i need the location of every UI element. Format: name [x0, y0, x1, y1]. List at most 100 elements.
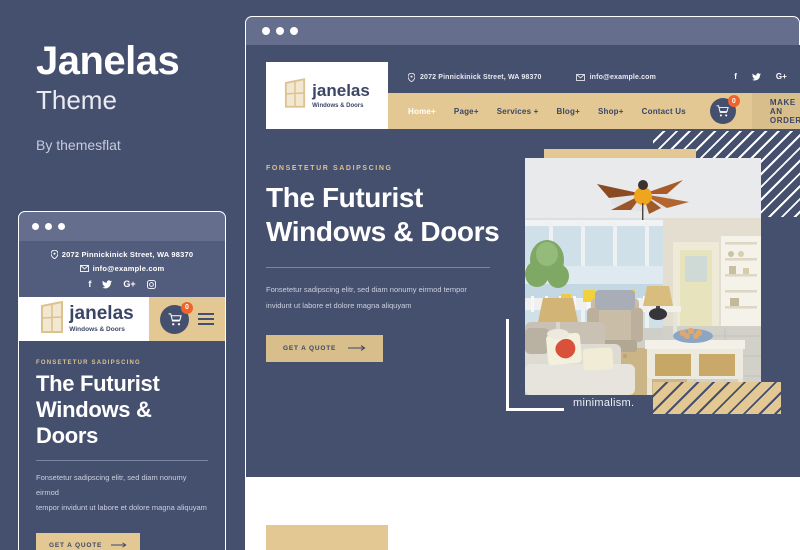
desktop-email-text: info@example.com [589, 74, 656, 81]
desktop-get-a-quote-label: GET A QUOTE [283, 344, 337, 352]
make-an-order-button[interactable]: MAKE AN ORDER [751, 93, 800, 129]
desktop-logo-name: janelas [312, 81, 370, 100]
desktop-hero-text: FONSETETUR SADIPSCING The Futurist Windo… [266, 165, 511, 362]
mobile-logo[interactable]: janelas Windows & Doors [19, 297, 149, 341]
mobile-address: 2072 Pinnickinick Street, WA 98370 [19, 250, 225, 259]
nav-item-blog[interactable]: Blog+ [557, 107, 580, 116]
facebook-icon[interactable]: f [734, 72, 737, 83]
nav-item-page[interactable]: Page+ [454, 107, 479, 116]
desktop-logo-tagline: Windows & Doors [312, 103, 364, 109]
desktop-email: info@example.com [575, 74, 656, 81]
mobile-hero-description: Fonsetetur sadipscing elitr, sed diam no… [36, 470, 208, 515]
open-door-window-icon [284, 78, 306, 113]
envelope-icon [79, 265, 89, 272]
hero-image-caption: minimalism. [573, 397, 635, 409]
mobile-logo-name: janelas [69, 303, 134, 325]
desktop-hero-eyebrow: FONSETETUR SADIPSCING [266, 165, 393, 172]
desktop-hero-description: Fonsetetur sadipscing elitr, sed diam no… [266, 282, 511, 314]
desktop-cart-count-badge: 0 [727, 95, 740, 107]
primary-navigation: Home+ Page+ Services + Blog+ Shop+ Conta… [408, 107, 686, 116]
arrow-right-icon [348, 345, 366, 352]
site-header: janelas Windows & Doors 2072 Pinnickinic… [246, 45, 800, 129]
mobile-cart-button[interactable]: 0 [160, 301, 193, 334]
desktop-viewport: janelas Windows & Doors 2072 Pinnickinic… [245, 45, 800, 550]
mobile-hero-desc-line1: Fonsetetur sadipscing elitr, sed diam no… [36, 472, 187, 497]
twitter-icon[interactable] [102, 280, 113, 289]
desktop-hero-divider [266, 267, 490, 269]
desktop-address: 2072 Pinnickinick Street, WA 98370 [408, 73, 542, 82]
mobile-get-a-quote-button[interactable]: GET A QUOTE [36, 532, 141, 550]
theme-title: Janelas [36, 39, 180, 83]
mobile-hero-divider [36, 459, 208, 461]
header-right: 2072 Pinnickinick Street, WA 98370 info@… [388, 62, 800, 129]
diagonal-hatch-decoration-bottom-right [653, 382, 781, 414]
theme-author: By themesflat [36, 136, 121, 153]
google-plus-icon[interactable]: G+ [123, 280, 135, 289]
mobile-social-links: f G+ [19, 280, 225, 289]
nav-item-contact-us[interactable]: Contact Us [642, 107, 686, 116]
hero-image-collage: minimalism. [501, 129, 800, 429]
twitter-icon[interactable] [751, 72, 761, 83]
mobile-hero-heading-line1: The Futurist [36, 371, 160, 396]
desktop-logo[interactable]: janelas Windows & Doors [266, 62, 388, 129]
mobile-viewport: 2072 Pinnickinick Street, WA 98370 info@… [18, 241, 226, 550]
desktop-get-a-quote-button[interactable]: GET A QUOTE [266, 334, 384, 362]
facebook-icon[interactable]: f [88, 280, 91, 289]
mobile-email: info@example.com [19, 264, 225, 273]
close-dot-icon[interactable] [32, 223, 39, 230]
maximize-dot-icon[interactable] [290, 27, 298, 35]
nav-item-services[interactable]: Services + [497, 107, 539, 116]
arrow-right-icon [111, 542, 127, 548]
mobile-browser-chrome [18, 211, 226, 241]
desktop-browser-chrome [245, 16, 800, 45]
location-pin-icon [50, 250, 58, 259]
mobile-hero-desc-line2: tempor invidunt ut labore et dolore magn… [36, 502, 207, 512]
hamburger-menu-icon[interactable] [198, 313, 214, 325]
screenshot-canvas: Janelas Theme By themesflat 2072 Pinnick… [0, 0, 800, 550]
mobile-topbar: 2072 Pinnickinick Street, WA 98370 info@… [19, 241, 225, 297]
minimize-dot-icon[interactable] [276, 27, 284, 35]
location-pin-icon [408, 73, 415, 82]
envelope-icon [575, 74, 585, 81]
theme-subtitle: Theme [36, 85, 117, 115]
desktop-address-text: 2072 Pinnickinick Street, WA 98370 [420, 74, 542, 81]
nav-item-shop[interactable]: Shop+ [598, 107, 624, 116]
mobile-get-a-quote-label: GET A QUOTE [49, 541, 103, 549]
desktop-social-links: f G+ [734, 72, 800, 83]
desktop-hero-heading: The Futurist Windows & Doors [266, 181, 511, 249]
shopping-cart-icon [716, 105, 730, 117]
desktop-hero-desc-line1: Fonsetetur sadipscing elitr, sed diam no… [266, 285, 467, 295]
desktop-hero-heading-line2: Windows & Doors [266, 216, 500, 248]
mobile-logo-tagline: Windows & Doors [69, 326, 125, 334]
nav-item-home[interactable]: Home+ [408, 107, 436, 116]
mobile-nav-actions: 0 [149, 297, 225, 341]
white-bracket-decoration [506, 319, 564, 411]
mobile-hero-heading: The Futurist Windows & Doors [36, 371, 208, 449]
make-an-order-label: MAKE AN ORDER [769, 97, 800, 125]
maximize-dot-icon[interactable] [58, 223, 65, 230]
minimize-dot-icon[interactable] [45, 223, 52, 230]
theme-promo-panel: Janelas Theme By themesflat [36, 40, 236, 153]
desktop-topbar: 2072 Pinnickinick Street, WA 98370 info@… [388, 62, 800, 93]
next-section-placeholder [246, 477, 800, 550]
open-door-window-icon [40, 300, 64, 338]
mobile-hero: FONSETETUR SADIPSCING The Futurist Windo… [19, 341, 225, 550]
window-controls[interactable] [262, 27, 298, 35]
instagram-icon[interactable] [146, 280, 156, 289]
shopping-cart-icon [168, 312, 182, 325]
next-section-tan-block [266, 525, 388, 550]
mobile-hero-heading-line2: Windows & Doors [36, 396, 152, 448]
mobile-address-text: 2072 Pinnickinick Street, WA 98370 [61, 250, 194, 259]
desktop-hero-desc-line2: invidunt ut labore et dolore magna aliqu… [266, 301, 412, 311]
desktop-cart-button[interactable]: 0 [709, 95, 740, 124]
desktop-preview-mockup: janelas Windows & Doors 2072 Pinnickinic… [245, 16, 800, 550]
desktop-hero: FONSETETUR SADIPSCING The Futurist Windo… [246, 129, 800, 429]
mobile-navbar: janelas Windows & Doors 0 [19, 297, 225, 341]
close-dot-icon[interactable] [262, 27, 270, 35]
google-plus-icon[interactable]: G+ [776, 72, 787, 83]
mobile-hero-eyebrow: FONSETETUR SADIPSCING [36, 360, 141, 366]
mobile-preview-mockup: 2072 Pinnickinick Street, WA 98370 info@… [18, 211, 226, 550]
mobile-email-text: info@example.com [92, 264, 165, 273]
window-controls[interactable] [32, 223, 65, 230]
mobile-cart-count-badge: 0 [181, 301, 193, 314]
